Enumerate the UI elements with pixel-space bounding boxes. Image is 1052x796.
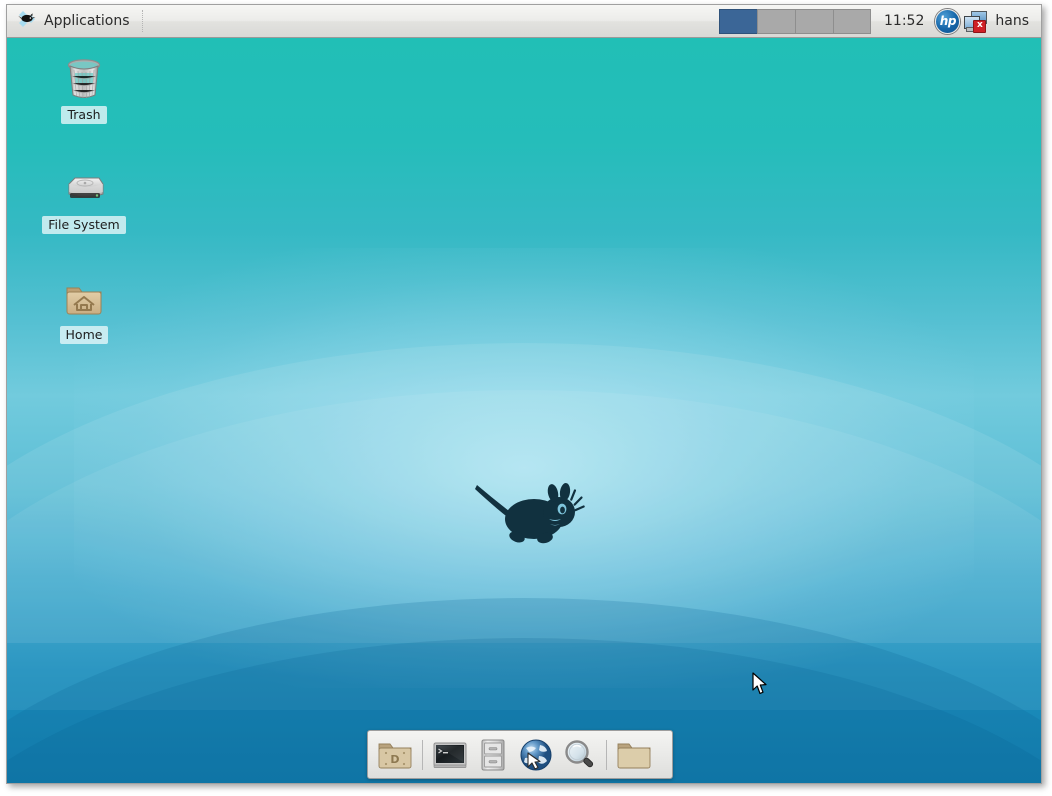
folder-icon[interactable]	[614, 735, 654, 775]
clock[interactable]: 11:52	[877, 13, 931, 29]
desktop-icon-file-system[interactable]: File System	[29, 165, 139, 234]
xfce-mouse-logo	[475, 475, 585, 553]
workspace-2[interactable]	[757, 8, 796, 34]
desktop-icon-label-file-system: File System	[42, 216, 126, 234]
panel-separator	[141, 10, 144, 32]
workspace-3[interactable]	[795, 8, 834, 34]
terminal-icon[interactable]	[430, 735, 470, 775]
wallpaper-wave-mid	[7, 390, 1041, 710]
desktop-icon-home[interactable]: Home	[29, 275, 139, 344]
desktop-area[interactable]: Trash File System Home D	[7, 38, 1041, 783]
svg-text:D: D	[390, 753, 399, 766]
show-desktop-icon[interactable]: D	[375, 735, 415, 775]
launcher-dock: D	[367, 730, 673, 779]
trash-icon	[60, 55, 108, 103]
wallpaper-glow	[74, 248, 974, 688]
hp-logo-icon[interactable]: hp	[935, 8, 961, 34]
top-panel: Applications 11:52 hp x hans	[7, 5, 1041, 38]
applications-menu-button[interactable]: Applications	[7, 6, 138, 37]
file-system-icon	[60, 165, 108, 213]
web-browser-icon[interactable]	[516, 735, 556, 775]
desktop-icon-label-home: Home	[59, 326, 109, 344]
xfce-mouse-icon	[17, 9, 37, 33]
network-disconnected-icon[interactable]: x	[963, 10, 988, 33]
file-manager-icon[interactable]	[473, 735, 513, 775]
mouse-cursor	[752, 672, 769, 700]
desktop-icon-label-trash: Trash	[61, 106, 107, 124]
workspace-switcher[interactable]	[719, 8, 872, 34]
find-files-icon[interactable]	[559, 735, 599, 775]
home-folder-icon	[60, 275, 108, 323]
wallpaper-wave-top	[7, 343, 1041, 643]
desktop-icon-trash[interactable]: Trash	[29, 55, 139, 124]
applications-menu-label: Applications	[44, 13, 130, 29]
desktop-screen: Applications 11:52 hp x hans Trash File …	[6, 4, 1042, 784]
system-tray: hp x	[931, 8, 990, 34]
dock-separator-1	[422, 739, 423, 770]
workspace-1[interactable]	[719, 8, 758, 34]
dock-separator-2	[606, 739, 607, 770]
username-label[interactable]: hans	[990, 13, 1041, 29]
workspace-4[interactable]	[833, 8, 872, 34]
network-error-badge: x	[973, 19, 987, 33]
